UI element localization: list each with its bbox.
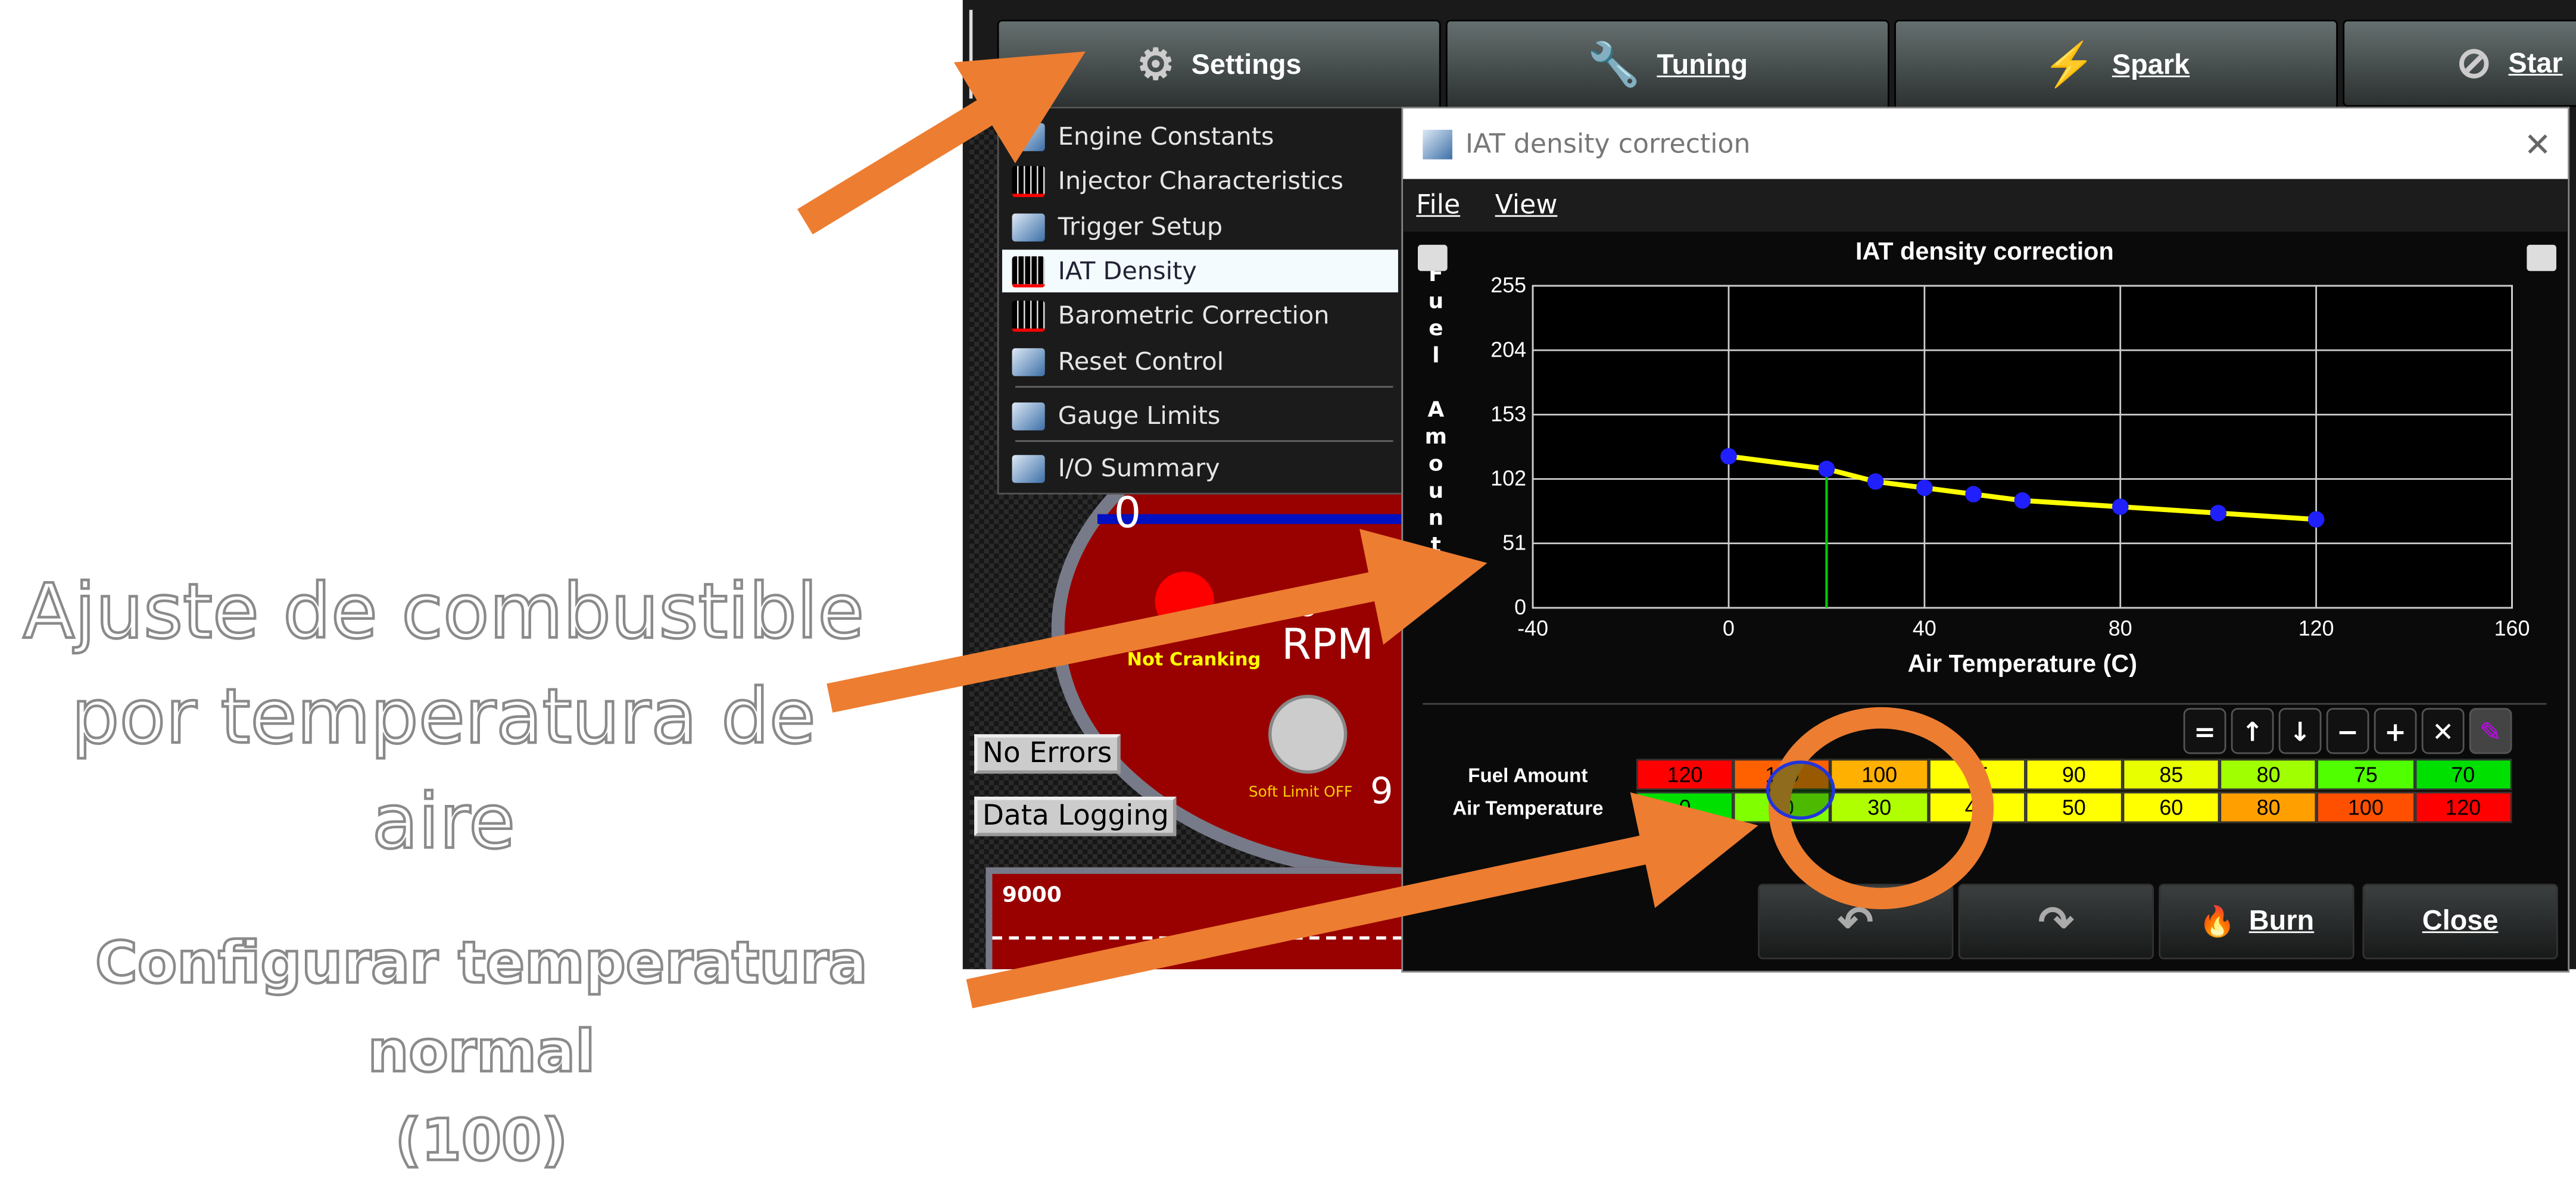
annotation-line: (100) [394,1107,569,1176]
annotation-line: Ajuste de combustible [21,566,865,657]
cell-highlight [1766,760,1835,820]
annotation-arrow [797,51,1086,235]
annotation-arrow [966,792,1758,1009]
annotation-sub: Configurar temperatura normal (100) [0,920,963,1186]
annotation-line: por temperatura de [70,670,817,761]
annotation-main: Ajuste de combustible por temperatura de… [0,558,887,874]
annotation-line: aire [370,776,516,867]
annotation-arrow [827,529,1487,713]
annotation-line: Configurar temperatura normal [94,930,869,1087]
